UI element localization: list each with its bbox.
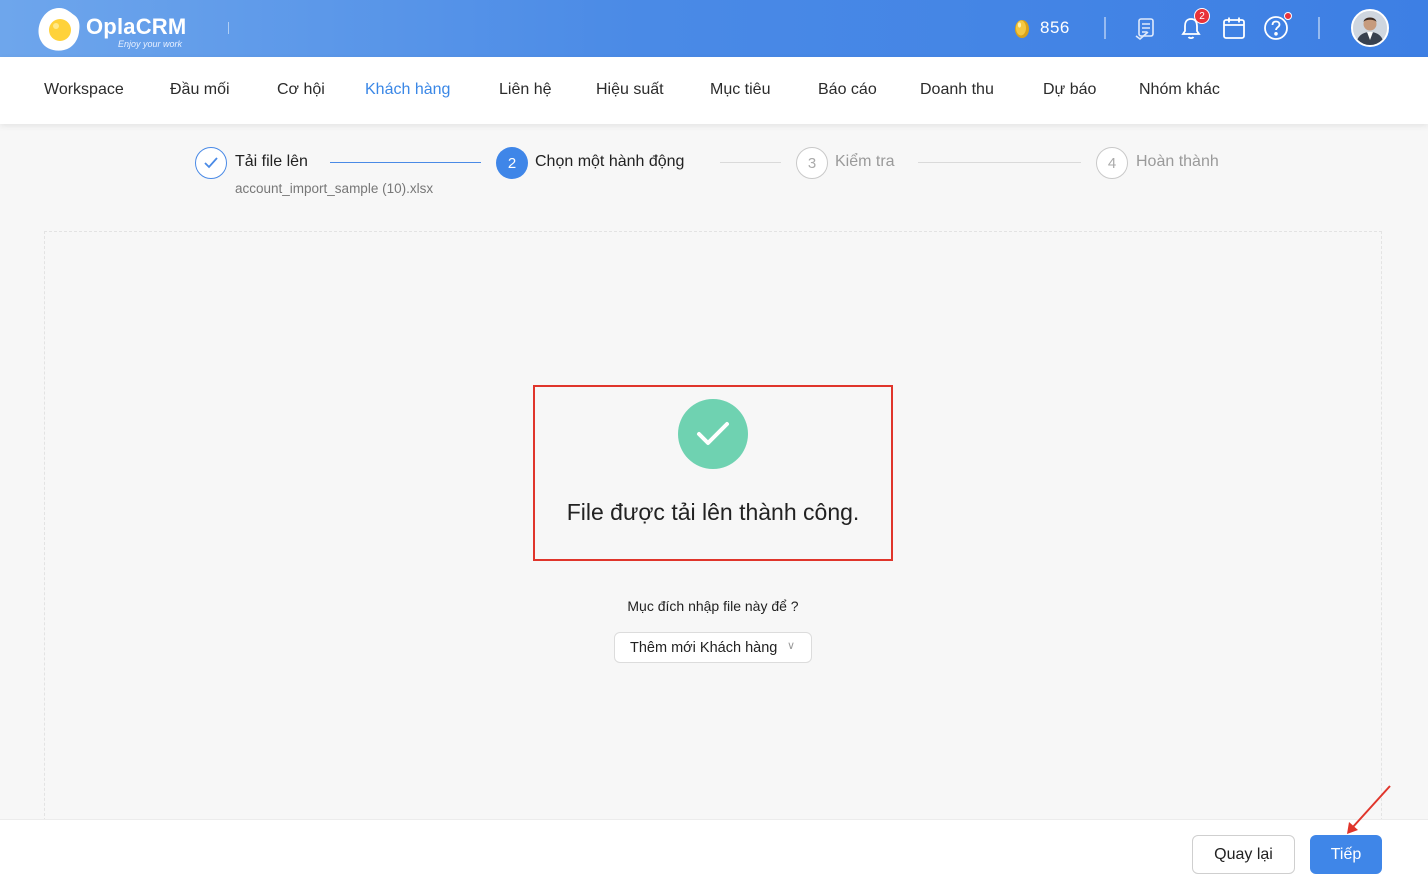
uploaded-file-name: account_import_sample (10).xlsx (235, 181, 434, 196)
step-4-label: Hoàn thành (1136, 153, 1219, 170)
top-header: OplaCRM Enjoy your work 856 2 (0, 0, 1428, 57)
checklist-icon (1135, 18, 1154, 40)
app-logo[interactable]: OplaCRM Enjoy your work (34, 4, 214, 54)
nav-item-contacts[interactable]: Liên hệ (499, 81, 552, 99)
app-name: OplaCRM (86, 14, 187, 39)
user-avatar[interactable] (1351, 9, 1389, 47)
next-button[interactable]: Tiếp (1310, 835, 1382, 874)
step-1-label: Tải file lên (235, 153, 308, 170)
nav-item-leads[interactable]: Đầu mối (170, 81, 230, 99)
step-connector (720, 162, 781, 163)
app-tagline: Enjoy your work (118, 39, 183, 49)
nav-item-goals[interactable]: Mục tiêu (710, 81, 770, 99)
nav-item-reports[interactable]: Báo cáo (818, 81, 877, 99)
step-3-label: Kiểm tra (835, 153, 895, 170)
calendar-icon (1223, 17, 1245, 39)
logo-divider (228, 22, 229, 34)
nav-item-performance[interactable]: Hiệu suất (596, 81, 664, 99)
import-purpose-select[interactable]: Thêm mới Khách hàng ∨ (614, 632, 812, 663)
nav-item-other-groups[interactable]: Nhóm khác (1139, 81, 1220, 99)
red-arrow-annotation (1347, 785, 1391, 834)
nav-item-forecast[interactable]: Dự báo (1043, 81, 1096, 99)
check-icon (204, 157, 218, 169)
import-purpose-value: Thêm mới Khách hàng (630, 639, 778, 656)
back-button[interactable]: Quay lại (1192, 835, 1295, 874)
step-1-indicator (195, 147, 227, 179)
chevron-down-icon: ∨ (787, 640, 796, 652)
success-indicator (678, 399, 748, 469)
coin-icon (1015, 20, 1029, 38)
coin-count: 856 (1040, 18, 1070, 37)
nav-item-opportunities[interactable]: Cơ hội (277, 81, 325, 99)
step-3-indicator: 3 (796, 147, 828, 179)
avatar-icon (1353, 11, 1387, 45)
tasks-button[interactable] (1133, 14, 1161, 42)
header-separator (1318, 17, 1320, 39)
nav-item-revenue[interactable]: Doanh thu (920, 81, 994, 99)
main-nav: Workspace Đầu mối Cơ hội Khách hàng Liên… (0, 57, 1428, 124)
step-4-indicator: 4 (1096, 147, 1128, 179)
nav-item-customers[interactable]: Khách hàng (365, 81, 450, 99)
nav-item-workspace[interactable]: Workspace (44, 81, 124, 99)
egg-logo-icon (38, 8, 80, 51)
notification-badge: 2 (1194, 8, 1210, 24)
check-icon (697, 422, 729, 445)
calendar-button[interactable] (1220, 14, 1248, 42)
import-purpose-label: Mục đích nhập file này để ? (627, 598, 799, 614)
coin-balance[interactable]: 856 (1014, 14, 1070, 42)
step-2-indicator: 2 (496, 147, 528, 179)
step-connector (330, 162, 481, 163)
step-connector (918, 162, 1081, 163)
header-separator (1104, 17, 1106, 39)
upload-success-message: File được tải lên thành công. (566, 499, 860, 525)
step-2-label: Chọn một hành động (535, 153, 685, 170)
help-dot (1284, 12, 1292, 20)
